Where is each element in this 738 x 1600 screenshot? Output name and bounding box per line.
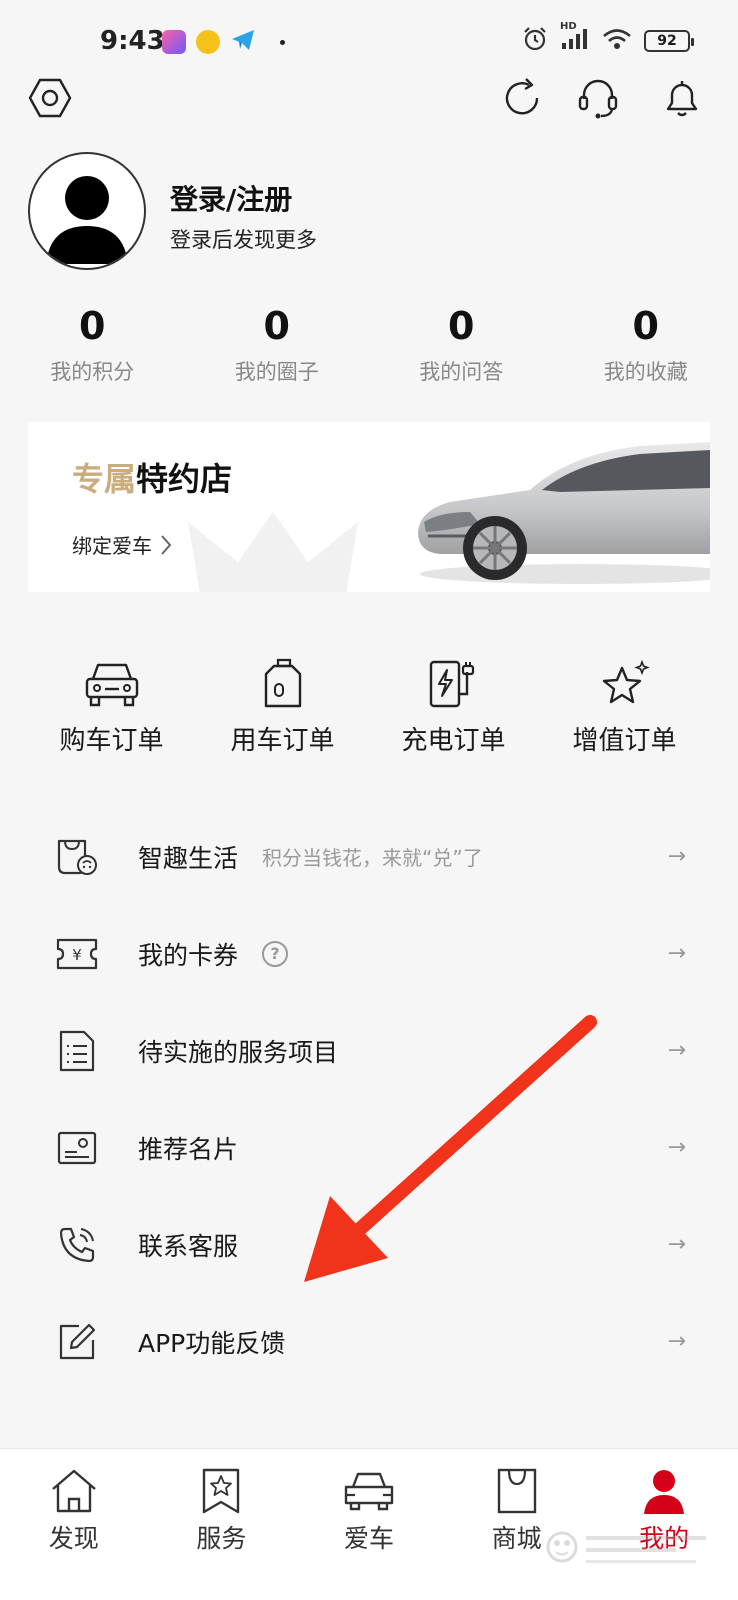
wifi-icon bbox=[602, 27, 632, 55]
arrow-right-icon: → bbox=[667, 941, 686, 966]
tab-label: 服务 bbox=[196, 1524, 247, 1553]
network-type-label: HD bbox=[560, 21, 577, 32]
order-charging[interactable]: 充电订单 bbox=[368, 656, 539, 766]
arrow-right-icon: → bbox=[667, 1329, 686, 1354]
profile-header[interactable]: 登录/注册 登录后发现更多 bbox=[28, 152, 728, 272]
stat-points[interactable]: 0 我的积分 bbox=[0, 300, 185, 400]
notification-bell-icon[interactable] bbox=[654, 70, 710, 126]
ticket-icon: ¥ bbox=[54, 931, 100, 977]
star-icon bbox=[595, 656, 655, 712]
chevron-right-icon bbox=[161, 534, 172, 555]
bind-car-label: 绑定爱车 bbox=[72, 534, 152, 558]
menu-list: 智趣生活 积分当钱花，来就“兑”了 → ¥ 我的卡券 ? → 待实施的服务项目 … bbox=[0, 808, 738, 1390]
status-indicators: HD 92 bbox=[522, 21, 694, 56]
menu-label: 智趣生活 bbox=[138, 843, 239, 873]
status-app-icons bbox=[162, 28, 285, 56]
baidu-watermark-icon bbox=[546, 1531, 706, 1563]
tab-my-car[interactable]: 爱车 bbox=[295, 1449, 443, 1600]
battery-icon: 92 bbox=[644, 30, 694, 52]
user-stats: 0 我的积分 0 我的圈子 0 我的问答 0 我的收藏 bbox=[0, 300, 738, 400]
stat-label: 我的圈子 bbox=[234, 360, 319, 384]
fuel-can-icon bbox=[253, 656, 313, 712]
app-notification-icon bbox=[196, 30, 220, 54]
bookmark-star-icon bbox=[195, 1465, 247, 1517]
order-shortcuts: 购车订单 用车订单 充电订单 增值订单 bbox=[0, 656, 738, 766]
crown-watermark-icon bbox=[188, 512, 358, 592]
order-usage[interactable]: 用车订单 bbox=[197, 656, 368, 766]
order-purchase[interactable]: 购车订单 bbox=[26, 656, 197, 766]
order-value-added[interactable]: 增值订单 bbox=[539, 656, 710, 766]
order-label: 增值订单 bbox=[572, 726, 677, 756]
phone-icon bbox=[54, 1222, 100, 1268]
stat-label: 我的积分 bbox=[50, 360, 135, 384]
stat-circles[interactable]: 0 我的圈子 bbox=[185, 300, 370, 400]
car-front-icon bbox=[82, 656, 142, 712]
car-icon bbox=[343, 1465, 395, 1517]
stat-qa[interactable]: 0 我的问答 bbox=[369, 300, 554, 400]
telegram-icon bbox=[230, 28, 256, 56]
bind-car-link[interactable]: 绑定爱车 bbox=[72, 530, 172, 559]
stat-label: 我的收藏 bbox=[603, 360, 688, 384]
coffee-cup-icon bbox=[54, 834, 100, 880]
stat-value: 0 bbox=[263, 304, 290, 348]
charger-icon bbox=[424, 656, 484, 712]
tab-discover[interactable]: 发现 bbox=[0, 1449, 148, 1600]
menu-label: 推荐名片 bbox=[138, 1134, 239, 1164]
shopping-bag-icon bbox=[491, 1465, 543, 1517]
menu-item-smart-life[interactable]: 智趣生活 积分当钱花，来就“兑”了 → bbox=[0, 808, 738, 905]
menu-item-pending-services[interactable]: 待实施的服务项目 → bbox=[0, 1002, 738, 1099]
edit-icon bbox=[54, 1319, 100, 1365]
login-subtitle: 登录后发现更多 bbox=[170, 228, 317, 252]
arrow-right-icon: → bbox=[667, 1038, 686, 1063]
refresh-icon[interactable] bbox=[494, 70, 550, 126]
stat-value: 0 bbox=[632, 304, 659, 348]
stat-value: 0 bbox=[79, 304, 106, 348]
arrow-right-icon: → bbox=[667, 1135, 686, 1160]
settings-icon[interactable] bbox=[22, 70, 78, 126]
menu-label: 联系客服 bbox=[138, 1231, 239, 1261]
banner-title: 专属特约店 bbox=[72, 454, 232, 500]
home-icon bbox=[48, 1465, 100, 1517]
cellular-signal-icon: HD bbox=[560, 21, 590, 55]
arrow-right-icon: → bbox=[667, 1232, 686, 1257]
menu-item-contact-service[interactable]: 联系客服 → bbox=[0, 1196, 738, 1293]
user-icon bbox=[638, 1465, 690, 1517]
tab-label: 爱车 bbox=[343, 1524, 394, 1553]
banner-title-rest: 特约店 bbox=[136, 460, 233, 498]
login-register-link[interactable]: 登录/注册 bbox=[170, 178, 292, 218]
stat-value: 0 bbox=[448, 304, 475, 348]
top-toolbar bbox=[0, 70, 738, 126]
business-card-icon bbox=[54, 1125, 100, 1171]
arrow-right-icon: → bbox=[667, 844, 686, 869]
menu-label: 待实施的服务项目 bbox=[138, 1037, 339, 1067]
alarm-icon bbox=[522, 26, 548, 56]
more-notification-dot-icon bbox=[280, 39, 285, 45]
stat-label: 我的问答 bbox=[419, 360, 504, 384]
help-question-icon[interactable]: ? bbox=[262, 940, 288, 967]
menu-item-coupons[interactable]: ¥ 我的卡券 ? → bbox=[0, 905, 738, 1002]
tab-label: 发现 bbox=[48, 1524, 99, 1553]
svg-text:¥: ¥ bbox=[72, 946, 82, 964]
stat-favorites[interactable]: 0 我的收藏 bbox=[554, 300, 738, 400]
status-time: 9:43 bbox=[100, 26, 165, 56]
menu-item-app-feedback[interactable]: APP功能反馈 → bbox=[0, 1293, 738, 1390]
menu-item-business-card[interactable]: 推荐名片 → bbox=[0, 1099, 738, 1196]
customer-service-icon[interactable] bbox=[570, 70, 626, 126]
car-image bbox=[418, 442, 710, 584]
tab-label: 商城 bbox=[491, 1524, 542, 1553]
menu-label: APP功能反馈 bbox=[138, 1328, 286, 1358]
menu-hint: 积分当钱花，来就“兑”了 bbox=[262, 846, 483, 870]
menu-label: 我的卡券 bbox=[138, 940, 239, 970]
order-label: 充电订单 bbox=[401, 726, 506, 756]
order-label: 购车订单 bbox=[59, 726, 164, 756]
order-label: 用车订单 bbox=[230, 726, 335, 756]
app-notification-icon bbox=[162, 30, 186, 54]
tab-service[interactable]: 服务 bbox=[148, 1449, 296, 1600]
avatar[interactable] bbox=[28, 152, 146, 270]
banner-title-highlight: 专属 bbox=[72, 460, 137, 498]
document-list-icon bbox=[54, 1028, 100, 1074]
dealer-banner[interactable]: 专属特约店 绑定爱车 bbox=[28, 422, 710, 592]
